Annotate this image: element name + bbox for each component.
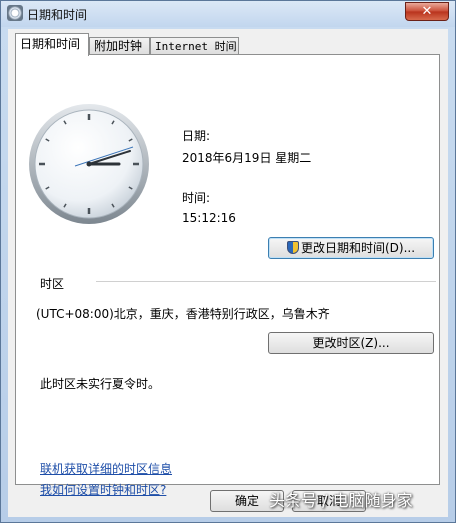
window-title: 日期和时间: [27, 8, 88, 22]
timezone-value: (UTC+08:00)北京，重庆，香港特别行政区，乌鲁木齐: [36, 307, 330, 321]
tab-panel: 日期: 2018年6月19日 星期二 时间: 15:12:16 更改日期和时间(…: [15, 54, 440, 497]
shield-icon: [286, 241, 299, 254]
analog-clock: [29, 104, 149, 224]
timezone-heading: 时区: [40, 277, 65, 291]
time-value: 15:12:16: [182, 211, 236, 225]
close-icon: ✕: [421, 4, 433, 19]
dialog-client: 日期和时间 附加时钟 Internet 时间 日期: 2018年6月19日 星期…: [8, 29, 448, 517]
date-value: 2018年6月19日 星期二: [182, 151, 312, 165]
timezone-divider: [96, 281, 436, 282]
online-timezone-info-link[interactable]: 联机获取详细的时区信息: [40, 460, 172, 477]
tab-internet-time[interactable]: Internet 时间: [150, 37, 239, 55]
clock-center: [86, 161, 92, 167]
change-timezone-button[interactable]: 更改时区(Z)...: [268, 332, 434, 354]
change-date-time-label: 更改日期和时间(D)...: [300, 241, 416, 255]
dst-note: 此时区未实行夏令时。: [40, 377, 161, 391]
clock-icon: [7, 5, 23, 21]
how-to-set-clock-link[interactable]: 我如何设置时钟和时区?: [40, 481, 166, 498]
watermark-text: 头条号 / 电脑随身家: [269, 491, 413, 510]
date-time-dialog: 日期和时间 ✕ 日期和时间 附加时钟 Internet 时间 日期: 2018年…: [0, 0, 456, 523]
tab-additional-clocks[interactable]: 附加时钟: [89, 37, 150, 55]
date-label: 日期:: [182, 129, 211, 143]
time-label: 时间:: [182, 191, 211, 205]
tab-date-time[interactable]: 日期和时间: [15, 33, 89, 56]
close-button[interactable]: ✕: [405, 2, 449, 21]
title-bar[interactable]: 日期和时间 ✕: [1, 1, 455, 27]
change-date-time-button[interactable]: 更改日期和时间(D)...: [268, 237, 434, 259]
